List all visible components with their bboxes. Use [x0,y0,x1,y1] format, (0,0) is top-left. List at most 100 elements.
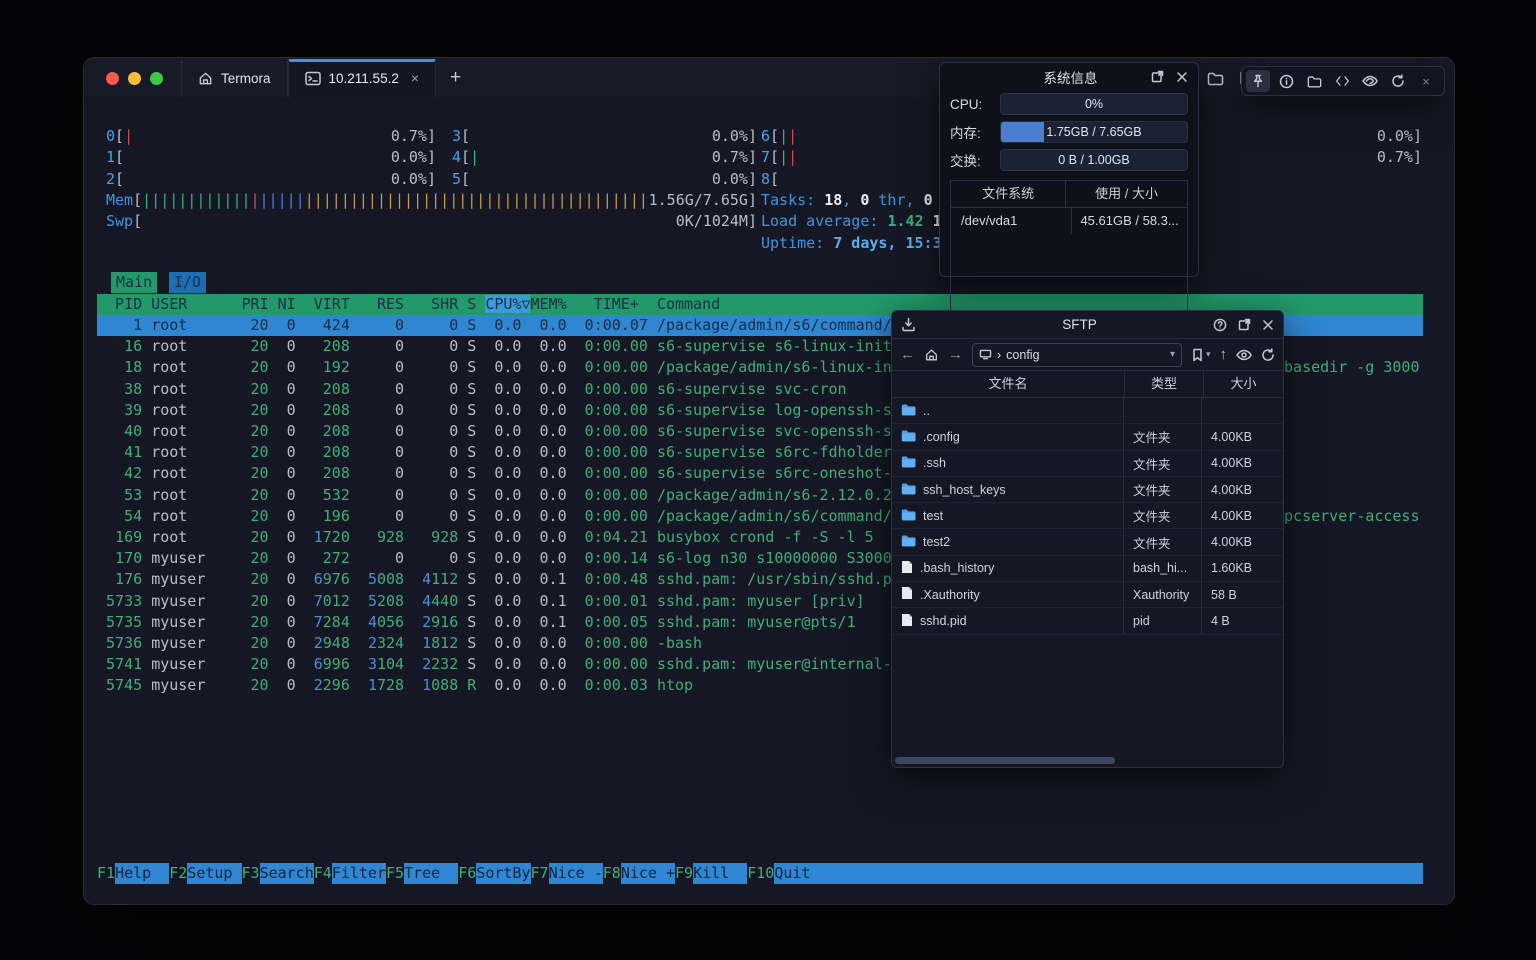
file-size: 4.00KB [1202,477,1283,502]
desktop: Termora 10.211.55.2 × + 0[|0.7%]3[0.0% [0,0,1536,960]
file-type [1124,398,1202,423]
file-name: test [923,509,943,523]
file-type: 文件夹 [1124,529,1202,554]
file-size: 4.00KB [1202,503,1283,528]
home-tab-label: Termora [221,71,271,86]
command-fragment: /basedir -g 3000 [1275,357,1420,378]
termora-window: Termora 10.211.55.2 × + 0[|0.7%]3[0.0% [84,58,1454,904]
fkey-label: F9 [675,863,693,884]
file-row[interactable]: .config 文件夹4.00KB [892,424,1283,450]
session-tab[interactable]: 10.211.55.2 × [288,59,437,97]
filesystem-table: 文件系统使用 / 大小/dev/vda145.61GB / 58.3... [950,180,1188,313]
cpu-meter-3: 3[0.0%] [452,126,757,147]
nvidia-icon[interactable] [1358,70,1382,92]
maximize-window-button[interactable] [150,72,163,85]
code-icon[interactable] [1330,70,1354,92]
system-info-titlebar: 系统信息 [940,63,1198,90]
file-name: sshd.pid [920,614,967,628]
fkey-button[interactable]: Nice - [549,863,603,884]
popout-icon[interactable] [1238,318,1251,331]
fkey-button[interactable]: SortBy [476,863,530,884]
htop-info-line: Load average: 1.42 1 [761,211,942,232]
file-name: ssh_host_keys [923,483,1006,497]
chevron-down-icon[interactable]: ▾ [1170,349,1175,360]
fkey-button[interactable]: Filter [332,863,386,884]
tab-io[interactable]: I/O [169,272,206,293]
upload-icon[interactable]: ↑ [1220,346,1228,363]
path-breadcrumb[interactable]: › config ▾ [972,343,1182,367]
column-filename[interactable]: 文件名 [892,371,1125,397]
file-icon [901,613,913,630]
fkey-button[interactable]: Nice + [621,863,675,884]
close-icon[interactable] [1262,319,1274,331]
popout-icon[interactable] [1151,70,1164,83]
file-row[interactable]: .bash_historybash_hi...1.60KB [892,556,1283,582]
side-toolbar: × [1241,66,1445,96]
memory-meter: Mem[||||||||||||||||||||||||||||||||||||… [106,190,757,211]
fkey-label: F5 [386,863,404,884]
file-row[interactable]: .ssh文件夹4.00KB [892,451,1283,477]
file-type: pid [1124,608,1202,633]
cpu-meter-1: 1[0.0%] [106,147,436,168]
fkey-button[interactable]: Search [260,863,314,884]
terminal-icon [305,71,321,86]
file-row[interactable]: test2文件夹4.00KB [892,529,1283,555]
home-tab[interactable]: Termora [181,59,288,97]
close-window-button[interactable] [106,72,119,85]
memory-label: 内存: [950,122,992,142]
column-type[interactable]: 类型 [1125,371,1204,397]
download-icon[interactable] [901,317,916,332]
file-row[interactable]: .. [892,398,1283,424]
file-row[interactable]: .XauthorityXauthority58 B [892,582,1283,608]
fkey-button[interactable]: Quit [774,863,810,884]
close-icon[interactable] [1176,71,1188,83]
folder-icon[interactable] [1207,71,1224,86]
back-icon[interactable]: ← [900,346,915,363]
help-icon[interactable] [1213,318,1227,332]
show-hidden-icon[interactable] [1236,349,1252,361]
new-tab-button[interactable]: + [436,59,475,97]
fkey-label: F8 [603,863,621,884]
cpu-meter-5: 5[0.0%] [452,169,757,190]
file-size: 4 B [1202,608,1283,633]
file-name: .ssh [923,456,946,470]
tab-main[interactable]: Main [111,272,157,293]
forward-icon[interactable]: → [948,346,963,363]
close-tab-icon[interactable]: × [411,70,419,86]
column-size[interactable]: 大小 [1204,371,1283,397]
close-icon[interactable]: × [1414,70,1438,92]
traffic-lights [85,59,181,97]
refresh-icon[interactable] [1261,348,1275,362]
bookmark-chevron-icon[interactable]: ▾ [1206,349,1211,360]
bookmark-icon[interactable] [1191,348,1204,362]
fs-empty-area [951,234,1187,312]
folder-icon [901,534,916,550]
sync-icon[interactable] [1386,70,1410,92]
fkey-button[interactable]: Kill [693,863,747,884]
folder-icon [901,403,916,419]
fkey-label: F6 [458,863,476,884]
fs-row[interactable]: /dev/vda145.61GB / 58.3... [951,208,1187,234]
sftp-titlebar: SFTP [892,311,1283,339]
fkey-button[interactable]: Help [115,863,169,884]
fkey-button[interactable]: Setup [187,863,241,884]
file-size: 4.00KB [1202,424,1283,449]
file-size [1202,398,1283,423]
command-fragment: ipcserver-access [1275,506,1420,527]
file-type: 文件夹 [1124,424,1202,449]
file-row[interactable]: test文件夹4.00KB [892,503,1283,529]
home-icon[interactable] [924,348,939,362]
scrollbar-thumb[interactable] [895,757,1115,764]
info-icon[interactable] [1274,70,1298,92]
cpu-value: 0% [1001,94,1187,114]
file-row[interactable]: ssh_host_keys文件夹4.00KB [892,477,1283,503]
cpu-meter-4: 4[|0.7%] [452,147,757,168]
pin-icon[interactable] [1246,70,1270,92]
minimize-window-button[interactable] [128,72,141,85]
folder-icon[interactable] [1302,70,1326,92]
system-info-title: 系统信息 [950,67,1151,87]
file-row[interactable]: sshd.pid pid4 B [892,608,1283,634]
fkey-button[interactable]: Tree [404,863,458,884]
fkey-label: F1 [97,863,115,884]
file-name: .config [923,430,960,444]
